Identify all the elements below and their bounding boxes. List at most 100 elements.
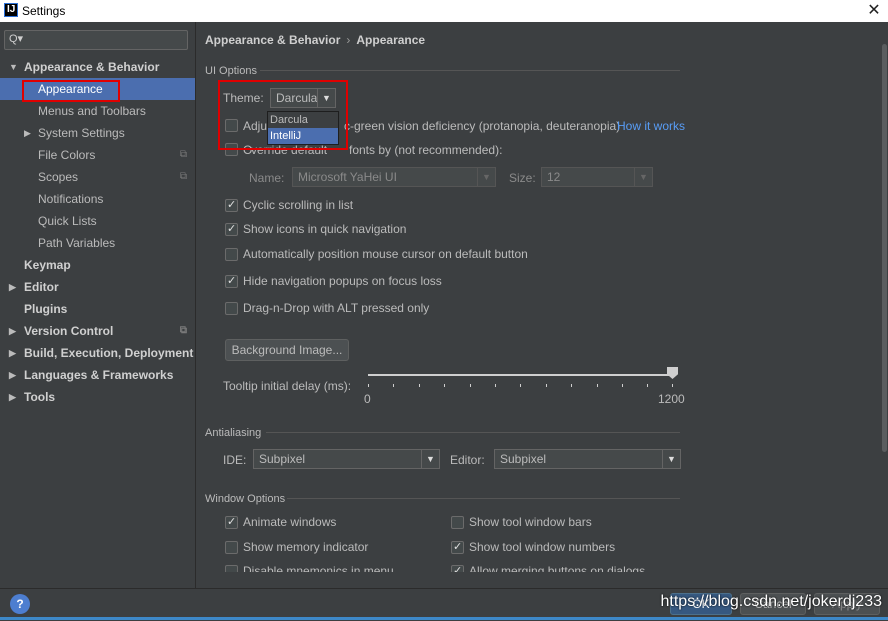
font-name-label: Name:	[249, 171, 285, 185]
dropdown-arrow-icon: ▼	[662, 450, 680, 468]
breadcrumb-parent[interactable]: Appearance & Behavior	[205, 33, 340, 47]
slider-tick	[571, 384, 572, 387]
chevron-right-icon: ▶	[9, 348, 16, 358]
show-icons-label: Show icons in quick navigation	[243, 222, 407, 236]
clipped-row: Disable mnemonics in menu Allow merging …	[196, 562, 888, 572]
ide-antialiasing-label: IDE:	[223, 453, 247, 467]
show-memory-checkbox[interactable]	[225, 541, 238, 554]
dropdown-arrow-icon: ▼	[477, 168, 495, 186]
show-tool-window-bars-label: Show tool window bars	[469, 515, 592, 529]
help-icon[interactable]: ?	[10, 594, 30, 614]
how-it-works-link[interactable]: How it works	[617, 119, 685, 133]
sidebar-item-file-colors[interactable]: File Colors ⧉	[0, 144, 195, 166]
sidebar-item-system-settings[interactable]: ▶ System Settings	[0, 122, 195, 144]
slider-tick	[470, 384, 471, 387]
section-divider	[266, 432, 680, 433]
show-tool-window-numbers-checkbox[interactable]	[451, 540, 464, 554]
highlight-box-appearance	[22, 80, 120, 102]
drag-n-drop-checkbox[interactable]	[225, 302, 238, 315]
section-divider	[260, 70, 680, 71]
intellij-app-icon: IJ	[4, 3, 18, 17]
sidebar-item-plugins[interactable]: Plugins	[0, 298, 195, 320]
background-image-button[interactable]: Background Image...	[225, 339, 349, 361]
close-icon[interactable]: ✕	[864, 0, 884, 22]
breadcrumb: Appearance & Behavior › Appearance	[205, 33, 425, 47]
sidebar-item-appearance-behavior[interactable]: ▼ Appearance & Behavior	[0, 56, 195, 78]
show-memory-label: Show memory indicator	[243, 540, 369, 554]
slider-tick	[546, 384, 547, 387]
font-size-select[interactable]: 12 ▼	[541, 167, 653, 187]
sidebar-item-scopes[interactable]: Scopes ⧉	[0, 166, 195, 188]
animate-windows-label: Animate windows	[243, 515, 337, 529]
chevron-right-icon: ▶	[24, 128, 31, 138]
project-copy-icon: ⧉	[179, 149, 187, 160]
chevron-right-icon: ▶	[9, 282, 16, 292]
disable-mnemonics-label: Disable mnemonics in menu	[243, 564, 394, 572]
show-tool-window-numbers-label: Show tool window numbers	[469, 540, 616, 554]
section-divider	[287, 498, 680, 499]
section-title-antialiasing: Antialiasing	[205, 427, 262, 439]
chevron-right-icon: ▶	[9, 326, 16, 336]
sidebar-item-menus-toolbars[interactable]: Menus and Toolbars	[0, 100, 195, 122]
chevron-right-icon: ▶	[9, 392, 16, 402]
project-copy-icon: ⧉	[179, 171, 187, 182]
font-name-value: Microsoft YaHei UI	[298, 170, 397, 184]
animate-windows-checkbox[interactable]	[225, 515, 238, 529]
dropdown-arrow-icon: ▼	[421, 450, 439, 468]
override-fonts-label-end: fonts by (not recommended):	[349, 143, 503, 157]
auto-position-label: Automatically position mouse cursor on d…	[243, 247, 528, 261]
sidebar-item-path-variables[interactable]: Path Variables	[0, 232, 195, 254]
chevron-down-icon: ▼	[9, 62, 18, 72]
main-scrollbar[interactable]	[882, 44, 887, 452]
sidebar-item-version-control[interactable]: ▶ Version Control ⧉	[0, 320, 195, 342]
sidebar-item-quick-lists[interactable]: Quick Lists	[0, 210, 195, 232]
slider-tick	[393, 384, 394, 387]
section-title-window-options: Window Options	[205, 493, 286, 505]
ide-antialiasing-select[interactable]: Subpixel ▼	[253, 449, 440, 469]
hide-navigation-label: Hide navigation popups on focus loss	[243, 274, 442, 288]
sidebar-item-keymap[interactable]: Keymap	[0, 254, 195, 276]
highlight-box-theme	[218, 80, 348, 150]
tooltip-delay-slider-track[interactable]	[368, 374, 673, 376]
section-title-ui-options: UI Options	[205, 65, 257, 77]
editor-antialiasing-select[interactable]: Subpixel ▼	[494, 449, 681, 469]
cyclic-scrolling-checkbox[interactable]	[225, 198, 238, 212]
font-size-label: Size:	[509, 171, 536, 185]
tooltip-min-label: 0	[364, 392, 371, 406]
search-icon: Q▾	[9, 33, 24, 45]
search-input[interactable]: Q▾	[4, 30, 188, 50]
tooltip-max-label: 1200	[658, 392, 685, 406]
window-titlebar: IJ Settings ✕	[0, 0, 888, 22]
tooltip-delay-slider-thumb[interactable]	[667, 367, 678, 379]
hide-navigation-checkbox[interactable]	[225, 274, 238, 288]
sidebar-item-editor[interactable]: ▶ Editor	[0, 276, 195, 298]
slider-tick	[495, 384, 496, 387]
font-name-select[interactable]: Microsoft YaHei UI ▼	[292, 167, 496, 187]
slider-tick	[647, 384, 648, 387]
slider-tick	[672, 384, 673, 387]
sidebar-item-notifications[interactable]: Notifications	[0, 188, 195, 210]
breadcrumb-separator: ›	[346, 33, 351, 47]
allow-merging-label: Allow merging buttons on dialogs	[469, 564, 646, 572]
sidebar-item-tools[interactable]: ▶ Tools	[0, 386, 195, 408]
breadcrumb-current: Appearance	[356, 33, 426, 47]
settings-sidebar: Q▾ ▼ Appearance & Behavior Appearance Me…	[0, 22, 196, 588]
drag-n-drop-label: Drag-n-Drop with ALT pressed only	[243, 301, 430, 315]
project-copy-icon: ⧉	[179, 325, 187, 336]
slider-tick	[520, 384, 521, 387]
slider-tick	[419, 384, 420, 387]
window-title: Settings	[22, 4, 66, 18]
sidebar-item-build-execution[interactable]: ▶ Build, Execution, Deployment	[0, 342, 195, 364]
slider-tick	[622, 384, 623, 387]
editor-antialiasing-label: Editor:	[450, 453, 485, 467]
allow-merging-checkbox[interactable]	[451, 564, 464, 572]
auto-position-checkbox[interactable]	[225, 248, 238, 261]
ide-antialiasing-value: Subpixel	[259, 452, 306, 466]
sidebar-item-languages-frameworks[interactable]: ▶ Languages & Frameworks	[0, 364, 195, 386]
adjust-colors-label-end: c-green vision deficiency (protanopia, d…	[344, 119, 621, 133]
show-icons-checkbox[interactable]	[225, 222, 238, 236]
show-tool-window-bars-checkbox[interactable]	[451, 516, 464, 529]
disable-mnemonics-checkbox[interactable]	[225, 565, 238, 572]
slider-tick	[597, 384, 598, 387]
watermark-text: https://blog.csdn.net/jokerdj233	[660, 593, 882, 610]
